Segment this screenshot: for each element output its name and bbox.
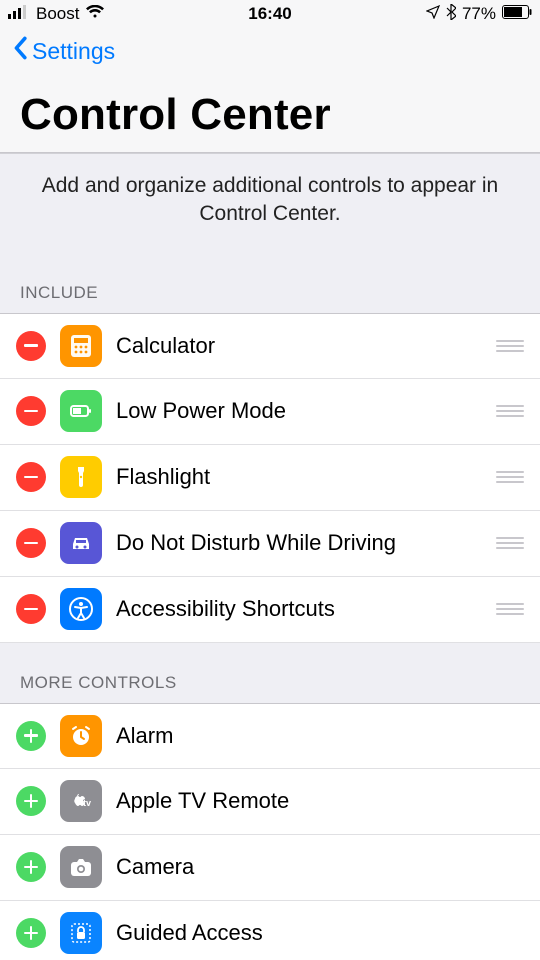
section-header-include: Include <box>0 253 540 313</box>
nav-bar: Settings <box>0 28 540 76</box>
camera-icon <box>60 846 102 888</box>
lock-icon <box>60 912 102 954</box>
status-left: Boost <box>8 4 105 24</box>
add-button[interactable] <box>16 786 46 816</box>
wifi-icon <box>85 4 105 24</box>
add-button[interactable] <box>16 918 46 948</box>
control-label: Flashlight <box>116 464 478 490</box>
control-row: Alarm <box>0 703 540 769</box>
drag-handle[interactable] <box>492 405 524 417</box>
car-icon <box>60 522 102 564</box>
control-label: Apple TV Remote <box>116 788 524 814</box>
calculator-icon <box>60 325 102 367</box>
control-row: Accessibility Shortcuts <box>0 577 540 643</box>
drag-handle[interactable] <box>492 340 524 352</box>
include-list: Calculator Low Power Mode Flashlight Do … <box>0 313 540 643</box>
control-row: Calculator <box>0 313 540 379</box>
control-row: Camera <box>0 835 540 901</box>
control-row: Flashlight <box>0 445 540 511</box>
appletv-icon <box>60 780 102 822</box>
battery-icon <box>502 4 532 24</box>
drag-handle[interactable] <box>492 603 524 615</box>
battery-icon <box>60 390 102 432</box>
control-label: Low Power Mode <box>116 398 478 424</box>
control-label: Camera <box>116 854 524 880</box>
control-label: Guided Access <box>116 920 524 946</box>
remove-button[interactable] <box>16 528 46 558</box>
control-label: Do Not Disturb While Driving <box>116 530 478 556</box>
control-label: Accessibility Shortcuts <box>116 596 478 622</box>
back-button[interactable]: Settings <box>12 36 528 66</box>
control-label: Alarm <box>116 723 524 749</box>
control-row: Do Not Disturb While Driving <box>0 511 540 577</box>
section-header-more: More Controls <box>0 643 540 703</box>
accessibility-icon <box>60 588 102 630</box>
remove-button[interactable] <box>16 331 46 361</box>
chevron-left-icon <box>12 36 28 66</box>
remove-button[interactable] <box>16 396 46 426</box>
page-title: Control Center <box>0 76 540 152</box>
flashlight-icon <box>60 456 102 498</box>
carrier-label: Boost <box>36 4 79 24</box>
page-description: Add and organize additional controls to … <box>0 153 540 253</box>
remove-button[interactable] <box>16 594 46 624</box>
status-bar: Boost 16:40 77% <box>0 0 540 28</box>
control-label: Calculator <box>116 333 478 359</box>
bluetooth-icon <box>446 4 456 25</box>
status-right: 77% <box>426 4 532 25</box>
remove-button[interactable] <box>16 462 46 492</box>
clock: 16:40 <box>248 4 291 24</box>
add-button[interactable] <box>16 721 46 751</box>
alarm-icon <box>60 715 102 757</box>
signal-icon <box>8 4 30 24</box>
drag-handle[interactable] <box>492 537 524 549</box>
location-icon <box>426 4 440 24</box>
control-row: Guided Access <box>0 901 540 960</box>
drag-handle[interactable] <box>492 471 524 483</box>
battery-pct-label: 77% <box>462 4 496 24</box>
back-label: Settings <box>32 38 115 65</box>
control-row: Apple TV Remote <box>0 769 540 835</box>
more-list: Alarm Apple TV Remote Camera Guided Acce… <box>0 703 540 960</box>
add-button[interactable] <box>16 852 46 882</box>
control-row: Low Power Mode <box>0 379 540 445</box>
